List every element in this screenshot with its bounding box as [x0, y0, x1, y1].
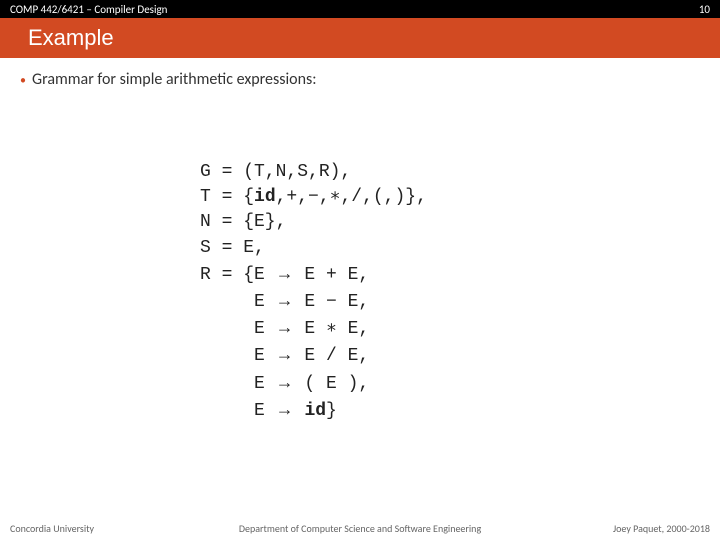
g-l3: N = {E}, [200, 212, 286, 232]
arrow-icon: → [276, 317, 294, 337]
slide-content: • Grammar for simple arithmetic expressi… [0, 58, 720, 424]
title-text: Example [28, 25, 114, 51]
g-l10b [294, 401, 305, 421]
g-l9a: E [200, 374, 276, 394]
arrow-icon: → [276, 344, 294, 364]
arrow-icon: → [276, 399, 294, 419]
g-l10c: id [304, 401, 326, 421]
arrow-icon: → [276, 372, 294, 392]
g-l4: S = E, [200, 238, 265, 258]
bullet-icon: • [20, 70, 26, 92]
footer-left: Concordia University [10, 522, 94, 535]
g-l2a: T = { [200, 187, 254, 207]
footer-center: Department of Computer Science and Softw… [239, 522, 481, 535]
g-l2b: id [254, 187, 276, 207]
g-l1: G = (T,N,S,R), [200, 162, 351, 182]
g-l5b: E + E, [294, 265, 370, 285]
slide-title: Example [0, 18, 720, 58]
g-l10d: } [326, 401, 337, 421]
slide-header: COMP 442/6421 – Compiler Design 10 [0, 0, 720, 18]
arrow-icon: → [276, 290, 294, 310]
course-code: COMP 442/6421 – Compiler Design [10, 3, 167, 16]
g-l2c: ,+,−,∗,/,(,)}, [276, 187, 427, 207]
g-l10a: E [200, 401, 276, 421]
slide-number: 10 [699, 3, 710, 16]
g-l7a: E [200, 319, 276, 339]
slide-footer: Concordia University Department of Compu… [0, 519, 720, 540]
g-l7b: E ∗ E, [294, 319, 370, 339]
bullet-text: Grammar for simple arithmetic expression… [32, 70, 317, 89]
grammar-block: G = (T,N,S,R), T = {id,+,−,∗,/,(,)}, N =… [200, 160, 700, 424]
g-l6a: E [200, 292, 276, 312]
g-l6b: E − E, [294, 292, 370, 312]
g-l5a: R = {E [200, 265, 276, 285]
footer-right: Joey Paquet, 2000-2018 [613, 522, 710, 535]
bullet-item: • Grammar for simple arithmetic expressi… [20, 70, 700, 92]
g-l9b: ( E ), [294, 374, 370, 394]
g-l8a: E [200, 346, 276, 366]
arrow-icon: → [276, 263, 294, 283]
g-l8b: E / E, [294, 346, 370, 366]
